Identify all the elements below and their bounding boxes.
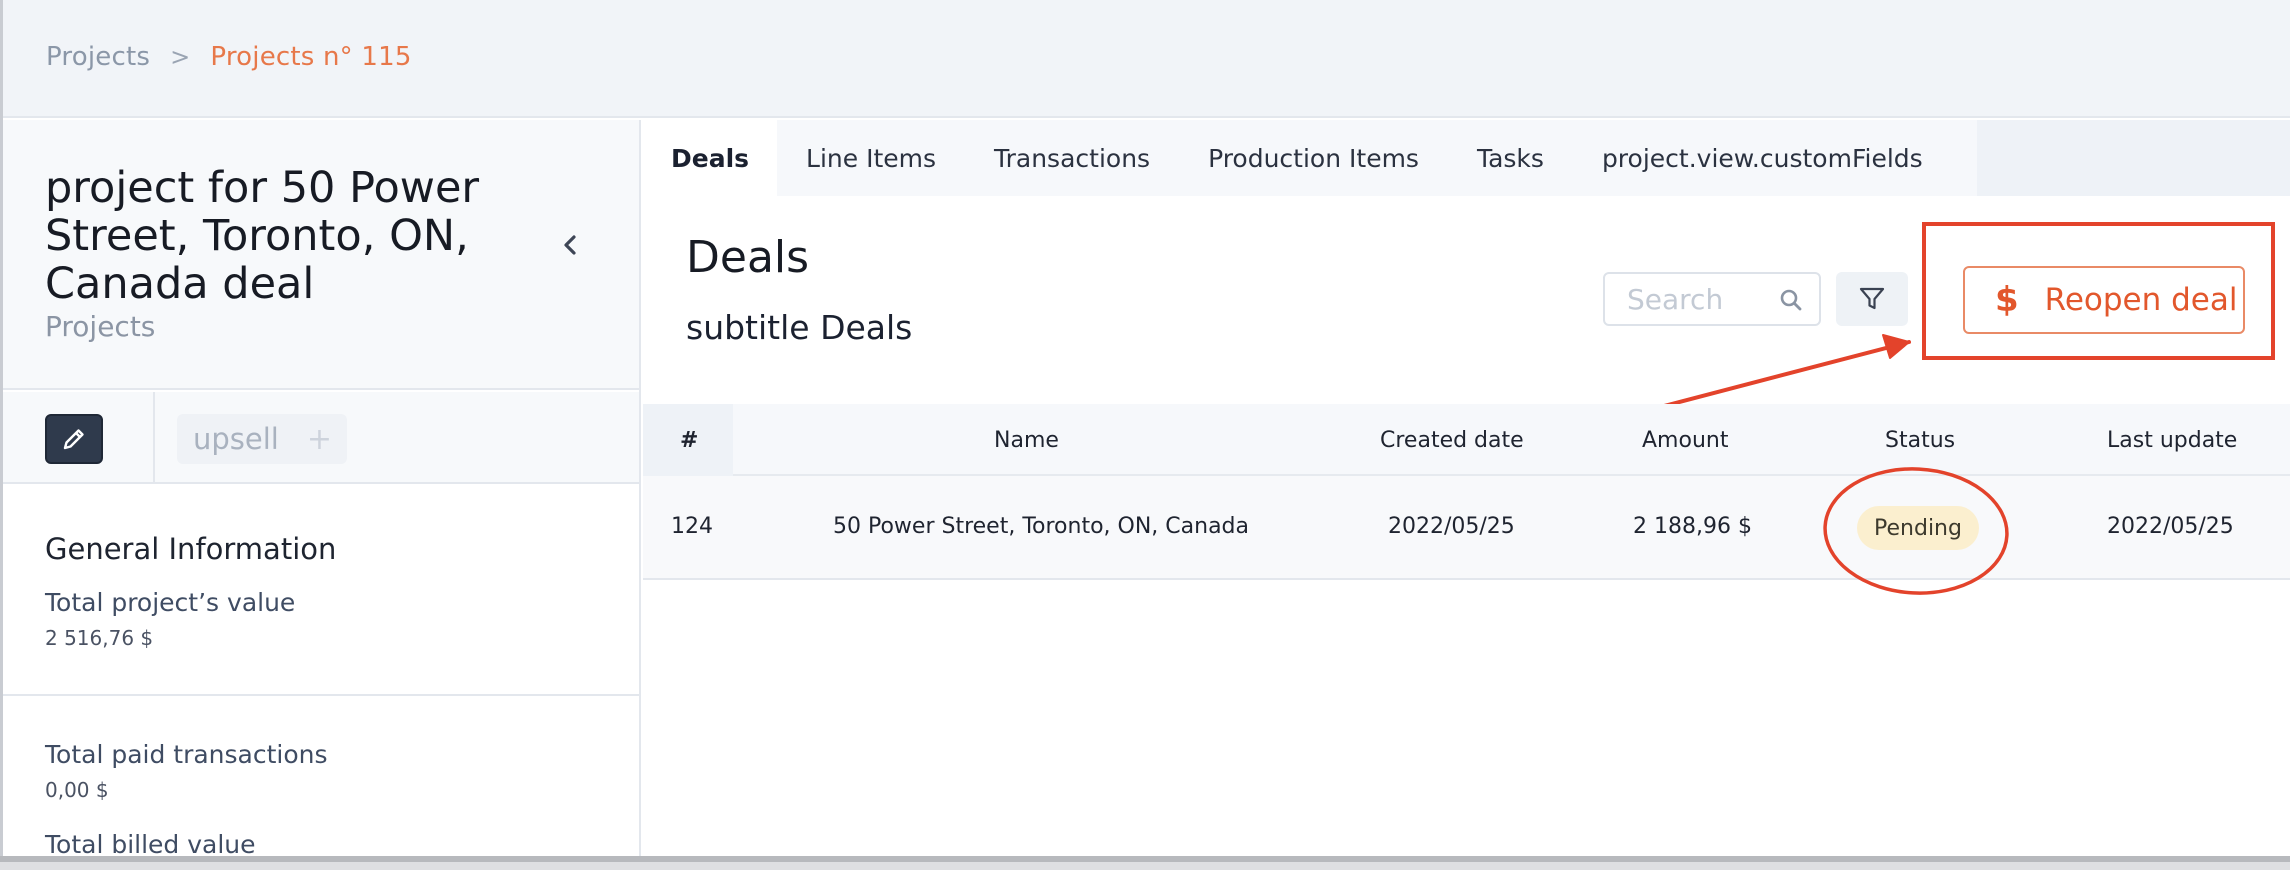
column-last-update[interactable]: Last update	[2107, 428, 2237, 453]
cell-last-update: 2022/05/25	[2107, 514, 2234, 539]
column-name[interactable]: Name	[994, 428, 1059, 453]
tab-tasks[interactable]: Tasks	[1448, 120, 1573, 196]
billed-value-label: Total billed value	[45, 830, 256, 859]
deals-table: # Name Created date Amount Status Last u…	[643, 404, 2290, 595]
tab-production-items[interactable]: Production Items	[1179, 120, 1448, 196]
tab-transactions[interactable]: Transactions	[965, 120, 1179, 196]
deals-panel: Deals subtitle Deals $ Reopen deal # Nam…	[643, 196, 2290, 856]
project-subtitle: Projects	[45, 310, 156, 343]
tab-custom-fields[interactable]: project.view.customFields	[1573, 120, 1952, 196]
project-title: project for 50 Power Street, Toronto, ON…	[45, 163, 480, 309]
divider	[153, 392, 155, 484]
plus-icon[interactable]: +	[307, 422, 332, 457]
breadcrumb: Projects > Projects n° 115	[46, 42, 412, 72]
filter-button[interactable]	[1836, 272, 1908, 326]
cell-name: 50 Power Street, Toronto, ON, Canada	[833, 514, 1250, 539]
total-value: 2 516,76 $	[45, 626, 154, 650]
tag-label: upsell	[193, 422, 279, 456]
tab-deals[interactable]: Deals	[643, 120, 778, 196]
annotation-highlight-box	[1922, 222, 2275, 360]
tag-chip-upsell[interactable]: upsell +	[177, 414, 347, 464]
project-sidebar: project for 50 Power Street, Toronto, ON…	[3, 120, 641, 859]
breadcrumb-current: Projects n° 115	[210, 42, 412, 72]
project-header: project for 50 Power Street, Toronto, ON…	[3, 120, 639, 390]
total-value-label: Total project’s value	[45, 588, 296, 617]
tabs-bar: Deals Line Items Transactions Production…	[643, 120, 2290, 196]
section-title: General Information	[45, 532, 337, 566]
page-subtitle: subtitle Deals	[686, 308, 913, 347]
page-header: Projects > Projects n° 115	[3, 0, 2290, 118]
page-title: Deals	[686, 232, 810, 283]
cell-amount: 2 188,96 $	[1633, 514, 1752, 539]
filter-icon	[1859, 287, 1885, 310]
window-frame-bottom-inner	[0, 862, 2290, 870]
table-header: # Name Created date Amount Status Last u…	[643, 404, 2290, 476]
search-input[interactable]	[1627, 282, 1775, 316]
transactions-summary-section: Total paid transactions 0,00 $ Total bil…	[3, 698, 639, 859]
search-box	[1603, 272, 1821, 326]
column-amount[interactable]: Amount	[1642, 428, 1728, 453]
paid-transactions-label: Total paid transactions	[45, 740, 328, 769]
pencil-icon	[63, 429, 84, 450]
search-icon[interactable]	[1779, 288, 1803, 312]
column-status[interactable]: Status	[1885, 428, 1955, 453]
general-information-section: General Information Total project’s valu…	[3, 486, 639, 696]
breadcrumb-separator-icon: >	[170, 43, 191, 71]
breadcrumb-projects-link[interactable]: Projects	[46, 42, 150, 72]
cell-created-date: 2022/05/25	[1388, 514, 1515, 539]
table-row[interactable]: 124 50 Power Street, Toronto, ON, Canada…	[643, 467, 2290, 595]
annotation-circle	[1823, 467, 2009, 595]
tab-line-items[interactable]: Line Items	[777, 120, 965, 196]
edit-button[interactable]	[45, 414, 103, 464]
column-created-date[interactable]: Created date	[1380, 428, 1524, 453]
project-tools: upsell +	[3, 392, 639, 484]
tab-list: Deals Line Items Transactions Production…	[643, 120, 1977, 196]
chevron-left-icon[interactable]	[555, 230, 585, 260]
cell-id: 124	[671, 514, 713, 539]
paid-transactions-value: 0,00 $	[45, 778, 109, 802]
column-id[interactable]: #	[680, 428, 698, 453]
